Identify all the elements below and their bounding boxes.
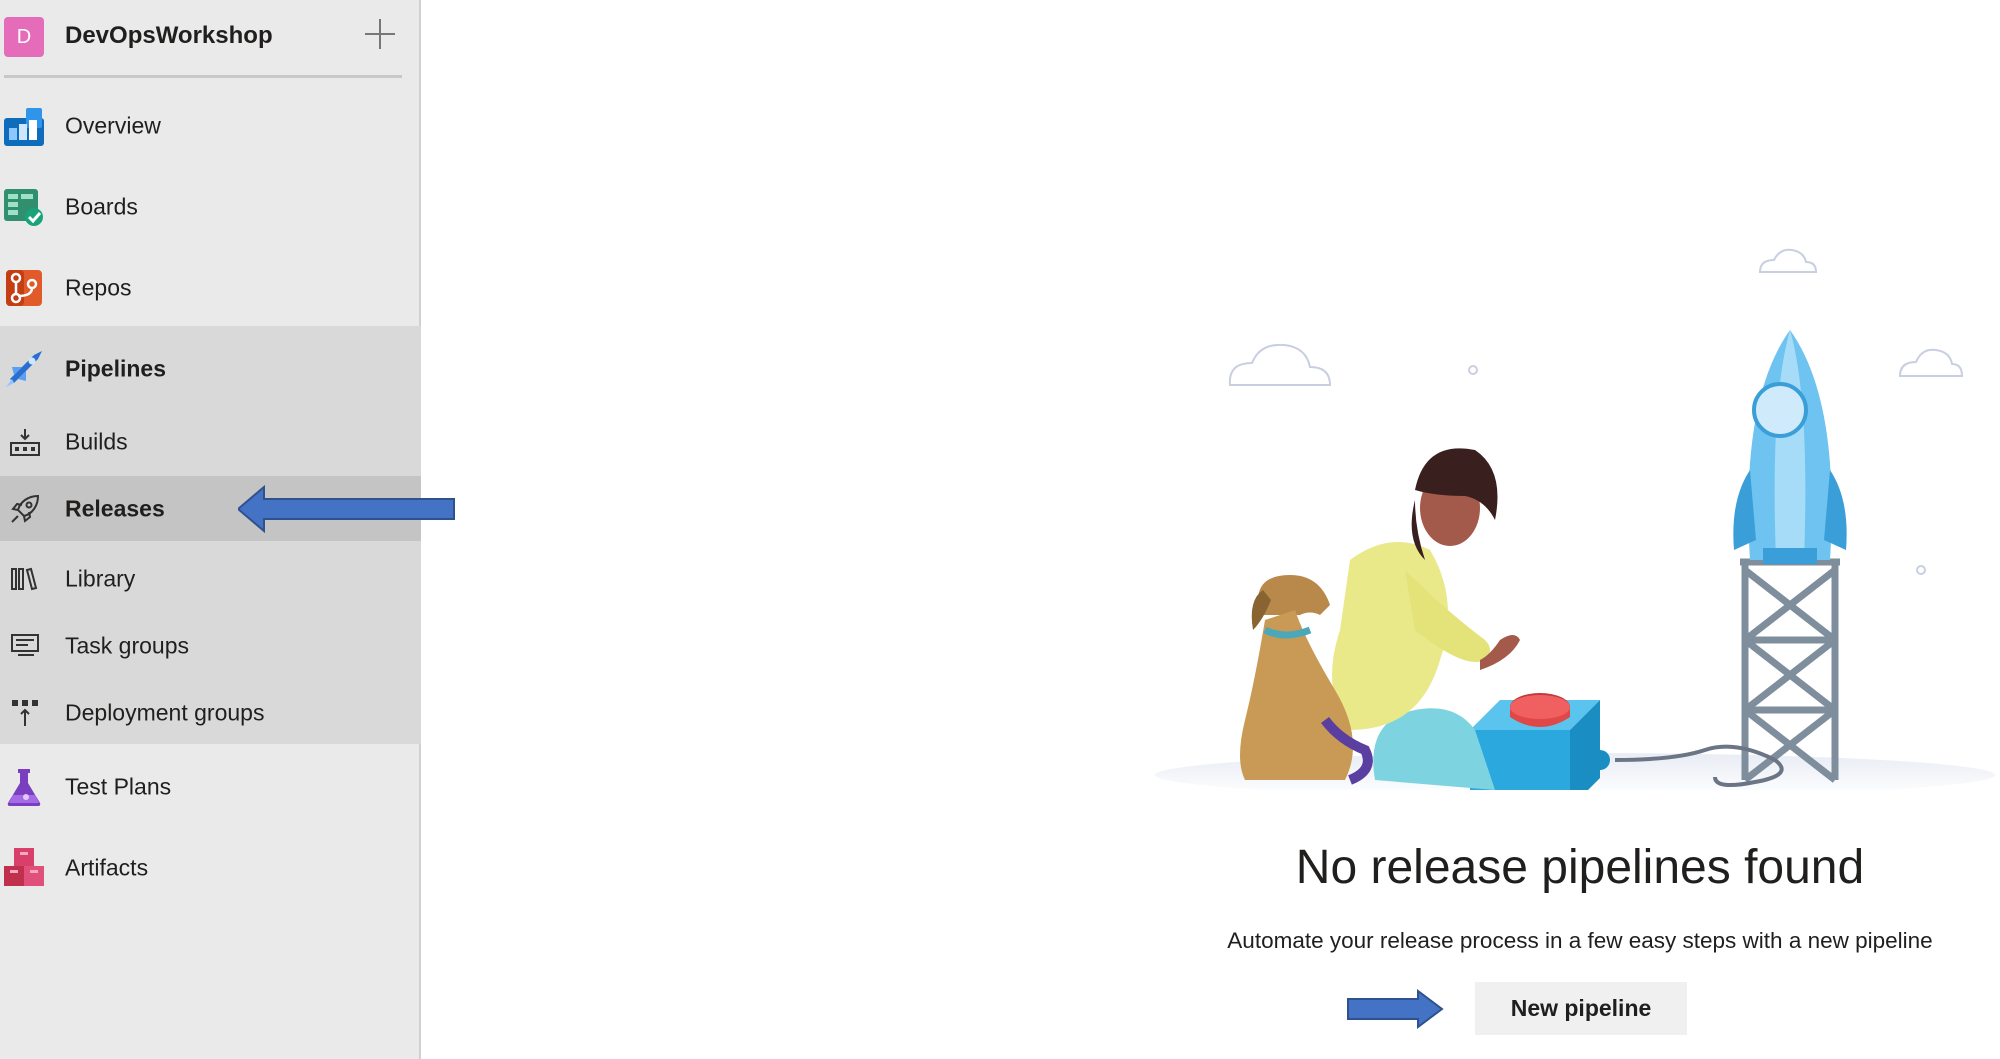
project-avatar: D	[4, 17, 44, 57]
sidebar-item-overview[interactable]: Overview	[0, 91, 421, 161]
boards-icon	[4, 187, 44, 227]
sidebar-item-artifacts[interactable]: Artifacts	[0, 833, 421, 903]
sidebar-item-repos[interactable]: Repos	[0, 253, 421, 323]
repos-icon	[4, 268, 44, 308]
sidebar-item-library[interactable]: Library	[0, 544, 421, 614]
rocket-icon	[10, 494, 40, 524]
task-groups-icon	[10, 631, 40, 661]
library-icon	[10, 564, 40, 594]
sidebar-item-label: Repos	[65, 274, 132, 301]
sidebar-item-deployment-groups[interactable]: Deployment groups	[0, 678, 421, 748]
sidebar-item-label: Deployment groups	[65, 699, 265, 726]
sidebar-item-test-plans[interactable]: Test Plans	[0, 752, 421, 822]
sidebar-item-label: Overview	[65, 112, 161, 139]
builds-icon	[10, 427, 40, 457]
sidebar-item-task-groups[interactable]: Task groups	[0, 611, 421, 681]
sidebar-item-label: Test Plans	[65, 773, 172, 800]
plus-icon[interactable]	[363, 17, 397, 51]
sidebar-item-label: Artifacts	[65, 854, 149, 881]
project-header[interactable]: D DevOpsWorkshop	[0, 0, 421, 77]
empty-state-illustration	[1155, 248, 1995, 790]
sidebar-item-label: Builds	[65, 428, 128, 455]
sidebar-item-label: Pipelines	[65, 355, 166, 382]
sidebar-item-boards[interactable]: Boards	[0, 172, 421, 242]
project-name[interactable]: DevOpsWorkshop	[65, 22, 273, 50]
sidebar-item-pipelines[interactable]: Pipelines	[0, 334, 421, 404]
sidebar-item-builds[interactable]: Builds	[0, 407, 421, 477]
sidebar-item-label: Releases	[65, 495, 165, 521]
overview-icon	[4, 106, 44, 146]
empty-state-subtitle: Automate your release process in a few e…	[1227, 928, 1933, 953]
annotation-arrow-right	[1347, 989, 1444, 1029]
deployment-groups-icon	[10, 698, 40, 728]
sidebar-item-label: Boards	[65, 193, 138, 220]
pipelines-icon	[4, 349, 44, 389]
annotation-arrow-left	[238, 485, 455, 533]
sidebar-item-label: Task groups	[65, 632, 190, 659]
empty-state-title: No release pipelines found	[1295, 841, 1865, 894]
new-pipeline-button[interactable]: New pipeline	[1475, 982, 1687, 1035]
artifacts-icon	[4, 848, 44, 888]
divider	[4, 75, 402, 78]
test-plans-icon	[4, 767, 44, 807]
sidebar-item-label: Library	[65, 565, 136, 592]
